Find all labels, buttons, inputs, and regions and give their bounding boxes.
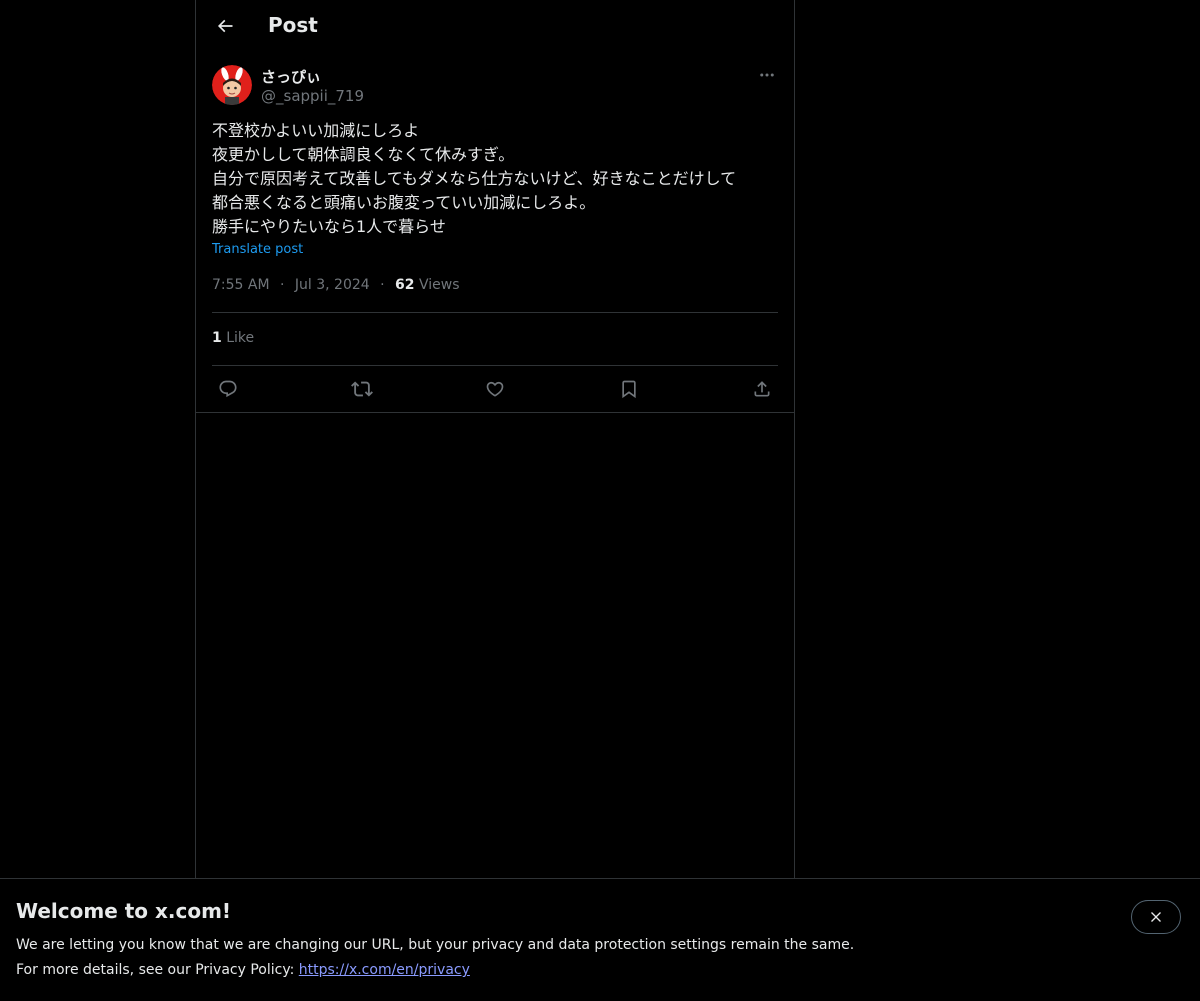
- banner-message: We are letting you know that we are chan…: [16, 937, 855, 953]
- likes-count: 1: [212, 330, 222, 346]
- reply-button[interactable]: [212, 373, 244, 405]
- welcome-banner: Welcome to x.com! We are letting you kno…: [0, 878, 1200, 1001]
- banner-policy-line: For more details, see our Privacy Policy…: [16, 962, 470, 978]
- top-bar: Post: [196, 0, 794, 53]
- primary-column: Post さっぴぃ @_sappii_719 不登校かよいい加減にしろよ 夜更か…: [195, 0, 795, 878]
- page-title: Post: [268, 13, 318, 37]
- meta-separator: ·: [380, 277, 385, 293]
- likes-summary[interactable]: 1 Like: [212, 330, 254, 346]
- meta-separator: ·: [280, 277, 285, 293]
- share-button[interactable]: [746, 373, 778, 405]
- reply-icon: [219, 380, 237, 398]
- post-bottom-border: [196, 412, 794, 413]
- more-dots-icon: [760, 73, 774, 77]
- post-author: さっぴぃ @_sappii_719: [212, 64, 778, 108]
- like-icon: [486, 381, 504, 397]
- author-handle[interactable]: @_sappii_719: [261, 87, 364, 105]
- post-metadata: 7:55 AM · Jul 3, 2024 · 62 Views: [212, 277, 460, 293]
- share-icon: [754, 381, 770, 397]
- like-button[interactable]: [479, 373, 511, 405]
- back-button[interactable]: [208, 9, 242, 43]
- post-time[interactable]: 7:55 AM: [212, 277, 270, 293]
- bookmark-icon: [621, 380, 636, 399]
- close-banner-button[interactable]: [1131, 900, 1181, 934]
- author-display-name[interactable]: さっぴぃ: [261, 66, 321, 87]
- repost-icon: [350, 381, 373, 397]
- views-label: Views: [418, 277, 460, 293]
- avatar-image: [212, 65, 252, 105]
- bookmark-button[interactable]: [613, 373, 645, 405]
- translate-post-link[interactable]: Translate post: [212, 242, 303, 257]
- divider: [212, 312, 778, 313]
- more-options-button[interactable]: [756, 64, 778, 86]
- privacy-policy-link[interactable]: https://x.com/en/privacy: [299, 962, 470, 978]
- banner-title: Welcome to x.com!: [16, 899, 232, 923]
- divider: [212, 365, 778, 366]
- post-text: 不登校かよいい加減にしろよ 夜更かしして朝体調良くなくて休みすぎ。 自分で原因考…: [212, 121, 737, 236]
- repost-button[interactable]: [346, 373, 378, 405]
- banner-policy-prefix: For more details, see our Privacy Policy…: [16, 962, 295, 978]
- back-arrow-icon: [217, 19, 233, 33]
- post-date[interactable]: Jul 3, 2024: [295, 277, 370, 293]
- views-count: 62: [395, 277, 415, 293]
- close-icon: [1151, 912, 1161, 922]
- likes-label: Like: [226, 330, 255, 346]
- action-bar: [212, 373, 778, 405]
- avatar[interactable]: [212, 65, 252, 105]
